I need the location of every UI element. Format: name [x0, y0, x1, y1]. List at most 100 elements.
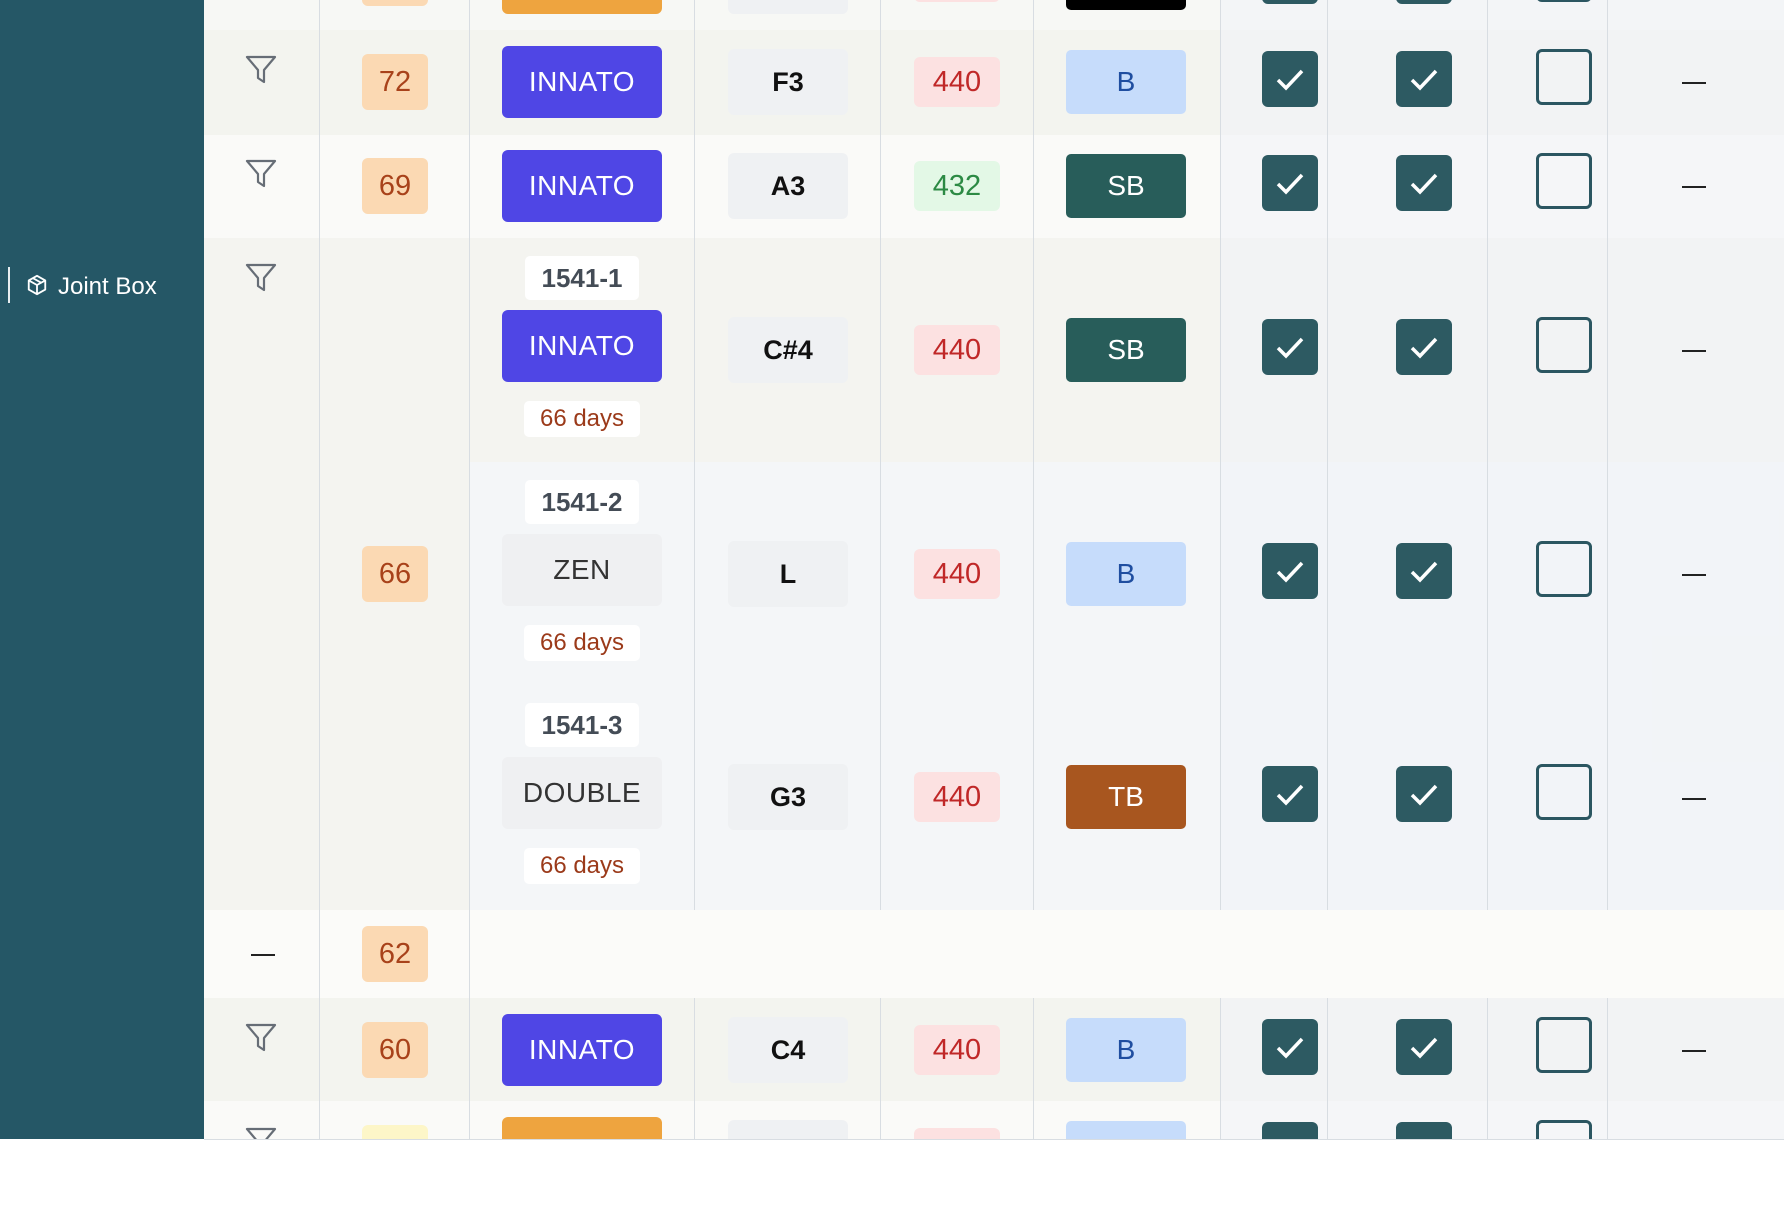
type-button-partial[interactable]	[502, 1117, 662, 1139]
count-badge-partial	[362, 0, 428, 6]
type-button[interactable]: INNATO	[502, 150, 662, 222]
count-badge: 60	[362, 1022, 428, 1078]
filter-icon[interactable]	[244, 1022, 278, 1054]
note-chip-partial	[728, 0, 848, 14]
inventory-table: 72 INNATO F3 440 B 69 INNATO A3 432 SB 6…	[204, 0, 1784, 1140]
checkbox-checked[interactable]	[1262, 1019, 1318, 1075]
checkbox-checked[interactable]	[1396, 766, 1452, 822]
check-icon	[1276, 337, 1304, 359]
checkbox-checked[interactable]	[1396, 319, 1452, 375]
type-button[interactable]: ZEN	[502, 534, 662, 606]
count-badge: 69	[362, 158, 428, 214]
sidebar-item-label: Joint Box	[58, 273, 157, 300]
count-badge: 72	[362, 54, 428, 110]
count-badge: 62	[362, 926, 428, 982]
checkbox-partial[interactable]	[1536, 0, 1592, 2]
sku-label: 1541-3	[525, 703, 639, 747]
checkbox-partial[interactable]	[1396, 1122, 1452, 1139]
checkbox-unchecked[interactable]	[1536, 153, 1592, 209]
box-icon	[27, 274, 47, 296]
empty-value-dash	[251, 954, 275, 956]
check-icon	[1410, 173, 1438, 195]
note-chip: G3	[728, 764, 848, 830]
empty-value-dash	[1682, 798, 1706, 800]
count-badge: 66	[362, 546, 428, 602]
note-chip-partial	[728, 1120, 848, 1139]
freq-chip-partial	[914, 0, 1000, 2]
note-chip: F3	[728, 49, 848, 115]
empty-value-dash	[1682, 186, 1706, 188]
check-icon	[1276, 561, 1304, 583]
sidebar: Joint Box	[0, 0, 204, 1139]
note-chip: C#4	[728, 317, 848, 383]
sku-label: 1541-2	[525, 480, 639, 524]
note-chip: C4	[728, 1017, 848, 1083]
checkbox-unchecked[interactable]	[1536, 49, 1592, 105]
checkbox-unchecked[interactable]	[1536, 764, 1592, 820]
checkbox-unchecked[interactable]	[1536, 541, 1592, 597]
key-chip: B	[1066, 1018, 1186, 1082]
days-label: 66 days	[524, 401, 640, 437]
empty-value-dash	[1682, 574, 1706, 576]
freq-chip: 440	[914, 57, 1000, 107]
freq-chip: 440	[914, 1025, 1000, 1075]
check-icon	[1276, 69, 1304, 91]
type-button-partial[interactable]	[502, 0, 662, 14]
checkbox-unchecked[interactable]	[1536, 1017, 1592, 1073]
freq-chip: 440	[914, 549, 1000, 599]
filter-icon[interactable]	[244, 262, 278, 294]
checkbox-partial[interactable]	[1262, 1122, 1318, 1139]
empty-value-dash	[1682, 82, 1706, 84]
freq-chip-partial	[914, 1128, 1000, 1139]
filter-icon[interactable]	[244, 158, 278, 190]
key-chip: SB	[1066, 318, 1186, 382]
count-badge-partial	[362, 1125, 428, 1139]
type-button[interactable]: INNATO	[502, 310, 662, 382]
checkbox-checked[interactable]	[1396, 155, 1452, 211]
note-chip: L	[728, 541, 848, 607]
checkbox-checked[interactable]	[1262, 155, 1318, 211]
active-indicator	[8, 267, 10, 303]
key-chip: B	[1066, 542, 1186, 606]
type-button[interactable]: DOUBLE	[502, 757, 662, 829]
checkbox-checked[interactable]	[1396, 51, 1452, 107]
check-icon	[1410, 561, 1438, 583]
freq-chip: 432	[914, 161, 1000, 211]
checkbox-unchecked[interactable]	[1536, 317, 1592, 373]
note-chip: A3	[728, 153, 848, 219]
filter-icon[interactable]	[244, 1126, 278, 1140]
checkbox-checked[interactable]	[1262, 319, 1318, 375]
checkbox-checked[interactable]	[1396, 1019, 1452, 1075]
check-icon	[1410, 69, 1438, 91]
freq-chip: 440	[914, 772, 1000, 822]
sku-label: 1541-1	[525, 256, 639, 300]
key-chip-partial	[1066, 0, 1186, 10]
days-label: 66 days	[524, 848, 640, 884]
check-icon	[1276, 784, 1304, 806]
key-chip: TB	[1066, 765, 1186, 829]
key-chip-partial	[1066, 1121, 1186, 1139]
key-chip: SB	[1066, 154, 1186, 218]
checkbox-checked[interactable]	[1262, 51, 1318, 107]
checkbox-partial[interactable]	[1536, 1120, 1592, 1139]
table-row	[204, 910, 1784, 998]
empty-value-dash	[1682, 350, 1706, 352]
type-button[interactable]: INNATO	[502, 1014, 662, 1086]
checkbox-checked[interactable]	[1262, 543, 1318, 599]
check-icon	[1410, 337, 1438, 359]
checkbox-checked[interactable]	[1396, 543, 1452, 599]
key-chip: B	[1066, 50, 1186, 114]
check-icon	[1276, 173, 1304, 195]
empty-value-dash	[1682, 1050, 1706, 1052]
checkbox-partial[interactable]	[1396, 0, 1452, 4]
check-icon	[1410, 784, 1438, 806]
sidebar-item-joint-box[interactable]: Joint Box	[8, 265, 198, 305]
freq-chip: 440	[914, 325, 1000, 375]
type-button[interactable]: INNATO	[502, 46, 662, 118]
checkbox-checked[interactable]	[1262, 766, 1318, 822]
filter-icon[interactable]	[244, 54, 278, 86]
check-icon	[1410, 1037, 1438, 1059]
checkbox-partial[interactable]	[1262, 0, 1318, 4]
days-label: 66 days	[524, 625, 640, 661]
check-icon	[1276, 1037, 1304, 1059]
